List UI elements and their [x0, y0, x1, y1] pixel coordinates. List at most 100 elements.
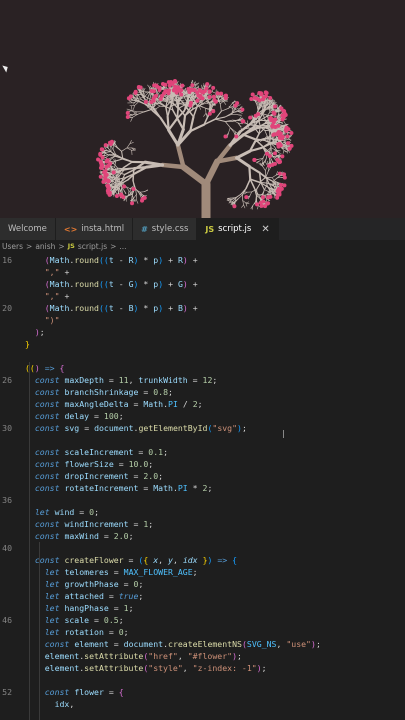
code-text: "," +	[44, 291, 70, 301]
chevron-right-icon: >	[58, 241, 65, 251]
code-line[interactable]: element.setAttribute("style", "z-index: …	[0, 662, 405, 674]
tree-branch	[262, 165, 266, 171]
code-line[interactable]: const dropIncrement = 2.0;	[0, 470, 405, 482]
code-line[interactable]: 30 const svg = document.getElementById("…	[0, 422, 405, 434]
code-line[interactable]: 52 const flower = {	[0, 686, 405, 698]
tree-branch	[248, 165, 261, 174]
flower-blossom	[250, 92, 255, 97]
flower-blossom	[133, 90, 138, 95]
code-line[interactable]: const maxWind = 2.0;	[0, 530, 405, 542]
tree-branch	[256, 181, 262, 190]
tab-style-css[interactable]: # style.css	[133, 218, 198, 240]
indent-guide	[29, 362, 30, 720]
code-line[interactable]: idx,	[0, 698, 405, 710]
tree-branch	[176, 108, 179, 120]
flower-blossom	[195, 98, 200, 103]
tree-branch	[133, 105, 135, 110]
code-line[interactable]: const flowerSize = 10.0;	[0, 458, 405, 470]
code-text: (Math.round((t - B) * p) + B) +	[44, 303, 198, 313]
code-editor[interactable]: 16 (Math.round((t - R) * p) + R) + "," +…	[0, 252, 405, 720]
flower-blossom	[266, 195, 271, 200]
code-line[interactable]: 26 const maxDepth = 11, trunkWidth = 12;	[0, 374, 405, 386]
tree-branch	[126, 143, 131, 149]
indent-guide	[39, 542, 40, 720]
flower-blossom	[260, 195, 265, 200]
code-line[interactable]: let attached = true;	[0, 590, 405, 602]
code-line[interactable]: const windIncrement = 1;	[0, 518, 405, 530]
code-line[interactable]: (() => {	[0, 362, 405, 374]
code-line[interactable]: const delay = 100;	[0, 410, 405, 422]
code-line[interactable]: 16 (Math.round((t - R) * p) + R) +	[0, 254, 405, 266]
code-line[interactable]: 36	[0, 494, 405, 506]
flower-blossom	[114, 194, 119, 199]
code-line[interactable]: const createFlower = ({ x, y, idx }) => …	[0, 554, 405, 566]
code-text: let hangPhase = 1;	[44, 603, 134, 613]
code-line[interactable]: let wind = 0;	[0, 506, 405, 518]
tree-branch	[147, 84, 152, 90]
code-line[interactable]: const rotateIncrement = Math.PI * 2;	[0, 482, 405, 494]
flower-blossom	[280, 134, 285, 139]
code-line[interactable]	[0, 434, 405, 446]
code-text: const rotateIncrement = Math.PI * 2;	[34, 483, 213, 493]
tree-branch	[139, 191, 145, 193]
close-tab-icon[interactable]: ✕	[261, 224, 269, 235]
tab-script-js[interactable]: JS script.js ✕	[197, 218, 279, 240]
flower-blossom	[234, 134, 239, 139]
code-line[interactable]: const branchShrinkage = 0.8;	[0, 386, 405, 398]
code-line[interactable]: 20 (Math.round((t - B) * p) + B) +	[0, 302, 405, 314]
tab-insta-html[interactable]: <> insta.html	[55, 218, 134, 240]
tree-branch	[129, 188, 132, 193]
code-line[interactable]: 46 let scale = 0.5;	[0, 614, 405, 626]
flower-blossom	[240, 119, 245, 124]
tree-branch	[264, 161, 268, 166]
code-line[interactable]	[0, 674, 405, 686]
flower-blossom	[138, 85, 143, 90]
code-line[interactable]: let hangPhase = 1;	[0, 602, 405, 614]
code-line[interactable]: 40	[0, 542, 405, 554]
code-line[interactable]: element.setAttribute("href", "#flower");	[0, 650, 405, 662]
code-line[interactable]: const maxAngleDelta = Math.PI / 2;	[0, 398, 405, 410]
code-line[interactable]: let rotation = 0;	[0, 626, 405, 638]
code-text: const svg = document.getElementById("svg…	[34, 423, 247, 433]
breadcrumb-item-anish[interactable]: anish	[35, 242, 55, 251]
flower-blossom	[157, 85, 162, 90]
tree-branch	[214, 118, 226, 123]
tree-branch	[129, 99, 134, 102]
tree-branch	[237, 114, 242, 116]
flower-blossom	[105, 158, 110, 163]
code-line[interactable]	[0, 350, 405, 362]
code-line[interactable]: "," +	[0, 266, 405, 278]
code-line[interactable]: );	[0, 326, 405, 338]
flower-blossom	[211, 109, 216, 114]
flower-blossom	[154, 93, 159, 98]
code-line[interactable]: const scaleIncrement = 0.1;	[0, 446, 405, 458]
flower-blossom	[263, 94, 268, 99]
breadcrumb-item-file[interactable]: script.js	[78, 242, 107, 251]
flower-blossom	[207, 90, 212, 95]
code-line[interactable]: }	[0, 338, 405, 350]
breadcrumb-item-users[interactable]: Users	[2, 242, 23, 251]
tree-branch	[133, 194, 137, 199]
tree-branch	[126, 108, 132, 111]
flower-blossom	[223, 93, 228, 98]
tab-welcome[interactable]: Welcome	[0, 218, 56, 240]
breadcrumb: Users > anish > JS script.js > ...	[0, 240, 405, 252]
code-line[interactable]: const element = document.createElementNS…	[0, 638, 405, 650]
flower-blossom	[267, 154, 272, 159]
code-text: ")"	[44, 315, 60, 325]
code-line[interactable]: (Math.round((t - G) * p) + G) +	[0, 278, 405, 290]
flower-blossom	[109, 139, 114, 144]
flower-blossom	[205, 82, 210, 87]
tree-branch	[138, 95, 142, 100]
code-line[interactable]: let growthPhase = 0;	[0, 578, 405, 590]
code-line[interactable]: ")"	[0, 314, 405, 326]
flower-blossom	[98, 151, 103, 156]
flower-blossom	[273, 104, 278, 109]
code-line[interactable]: let telomeres = MAX_FLOWER_AGE;	[0, 566, 405, 578]
code-line[interactable]: "," +	[0, 290, 405, 302]
breadcrumb-item-symbol[interactable]: ...	[119, 242, 126, 251]
tree-branch	[242, 133, 257, 141]
code-text: let rotation = 0;	[44, 627, 129, 637]
tree-branch	[258, 171, 262, 184]
code-line[interactable]	[0, 710, 405, 720]
